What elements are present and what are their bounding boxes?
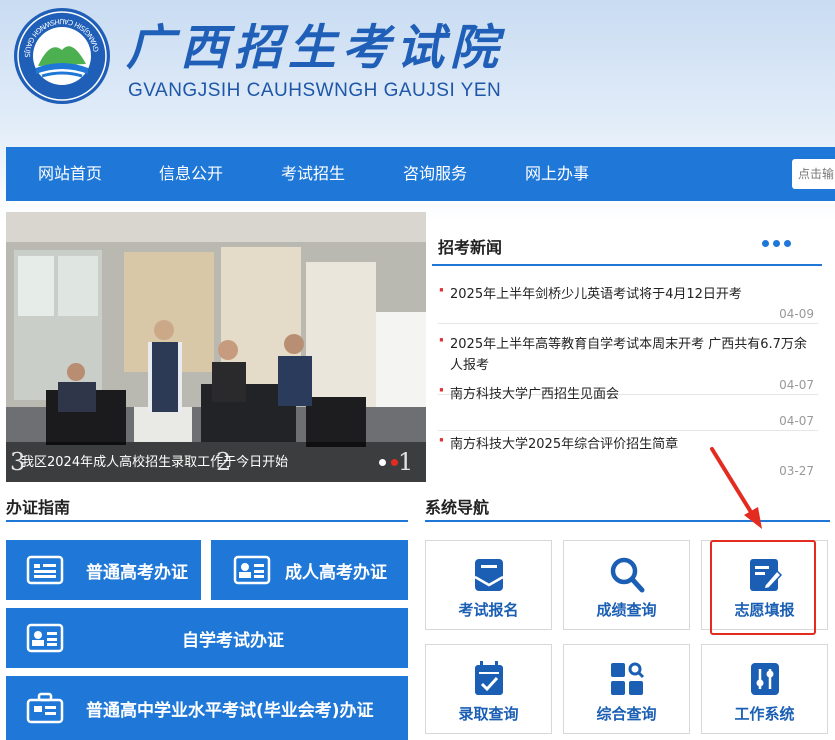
slide-caption[interactable]: 我区2024年成人高校招生录取工作于今日开始	[21, 451, 288, 470]
cert-button-adult[interactable]: 成人高考办证	[211, 540, 408, 600]
slide-number-right: 1	[398, 448, 414, 476]
more-icon[interactable]	[762, 240, 794, 248]
grid-search-icon	[610, 662, 644, 695]
news-item: 南方科技大学广西招生见面会 04-07	[438, 380, 818, 431]
slide-dot-1[interactable]	[379, 459, 386, 466]
id-card-icon	[26, 623, 64, 653]
news-link[interactable]: 南方科技大学广西招生见面会	[438, 380, 818, 405]
news-slideshow[interactable]: 3 2 1 我区2024年成人高校招生录取工作于今日开始	[6, 212, 426, 482]
site-title-english: GVANGJSIH CAUHSWNGH GAUJSI YEN	[128, 80, 502, 101]
tile-label: 成绩查询	[596, 601, 657, 619]
tile-label: 录取查询	[458, 705, 519, 723]
news-date: 04-07	[779, 414, 814, 428]
cert-button-academic-level[interactable]: 普通高中学业水平考试(毕业会考)办证	[6, 676, 408, 740]
system-nav-title: 系统导航	[425, 498, 490, 517]
news-panel: 招考新闻 2025年上半年剑桥少儿英语考试将于4月12日开考 04-09 202…	[432, 212, 830, 482]
cert-button-gaokao[interactable]: 普通高考办证	[6, 540, 201, 600]
highlight-box	[710, 540, 816, 635]
main-nav: 网站首页 信息公开 考试招生 咨询服务 网上办事 点击输	[6, 147, 835, 201]
tile-score-query[interactable]: 成绩查询	[563, 540, 690, 630]
cert-guide-divider	[6, 520, 408, 522]
cert-button-label: 普通高考办证	[86, 562, 188, 583]
tile-label: 工作系统	[734, 705, 795, 723]
search-icon	[610, 557, 644, 593]
search-input[interactable]: 点击输	[792, 159, 835, 189]
cert-button-label: 自学考试办证	[182, 630, 284, 651]
sliders-icon	[750, 663, 779, 695]
site-title: 广西招生考试院	[126, 20, 505, 76]
site-logo[interactable]: GVANGJSIH CAUHSWNGH GAUJSI YEN	[12, 6, 112, 106]
arrow-annotation-icon	[710, 447, 762, 529]
cert-guide-title: 办证指南	[6, 498, 71, 517]
id-card-icon	[233, 555, 271, 585]
tile-comprehensive-query[interactable]: 综合查询	[563, 644, 690, 734]
nav-info-disclosure[interactable]: 信息公开	[159, 147, 223, 201]
registration-icon	[473, 559, 504, 591]
news-date: 04-09	[779, 307, 814, 321]
news-header: 招考新闻	[432, 212, 822, 266]
tile-exam-registration[interactable]: 考试报名	[425, 540, 552, 630]
slide-dot-2-active[interactable]	[391, 459, 398, 466]
nav-home[interactable]: 网站首页	[38, 147, 102, 201]
news-title: 招考新闻	[438, 238, 503, 257]
calendar-check-icon	[474, 661, 503, 695]
cert-button-label: 普通高中学业水平考试(毕业会考)办证	[86, 700, 374, 721]
tile-label: 考试报名	[458, 601, 519, 619]
news-item: 2025年上半年剑桥少儿英语考试将于4月12日开考 04-09	[438, 280, 818, 324]
nav-exam-admission[interactable]: 考试招生	[281, 147, 345, 201]
tile-label: 综合查询	[596, 705, 657, 723]
cert-button-label: 成人高考办证	[285, 562, 387, 583]
tile-admission-query[interactable]: 录取查询	[425, 644, 552, 734]
nav-online-services[interactable]: 网上办事	[525, 147, 589, 201]
news-link[interactable]: 2025年上半年高等教育自学考试本周末开考 广西共有6.7万余人报考	[438, 330, 818, 376]
briefcase-icon	[26, 692, 64, 724]
nav-consulting[interactable]: 咨询服务	[403, 147, 467, 201]
tile-work-system[interactable]: 工作系统	[701, 644, 828, 734]
certificate-icon	[26, 555, 64, 585]
cert-button-self-study[interactable]: 自学考试办证	[6, 608, 408, 668]
news-link[interactable]: 2025年上半年剑桥少儿英语考试将于4月12日开考	[438, 280, 818, 305]
